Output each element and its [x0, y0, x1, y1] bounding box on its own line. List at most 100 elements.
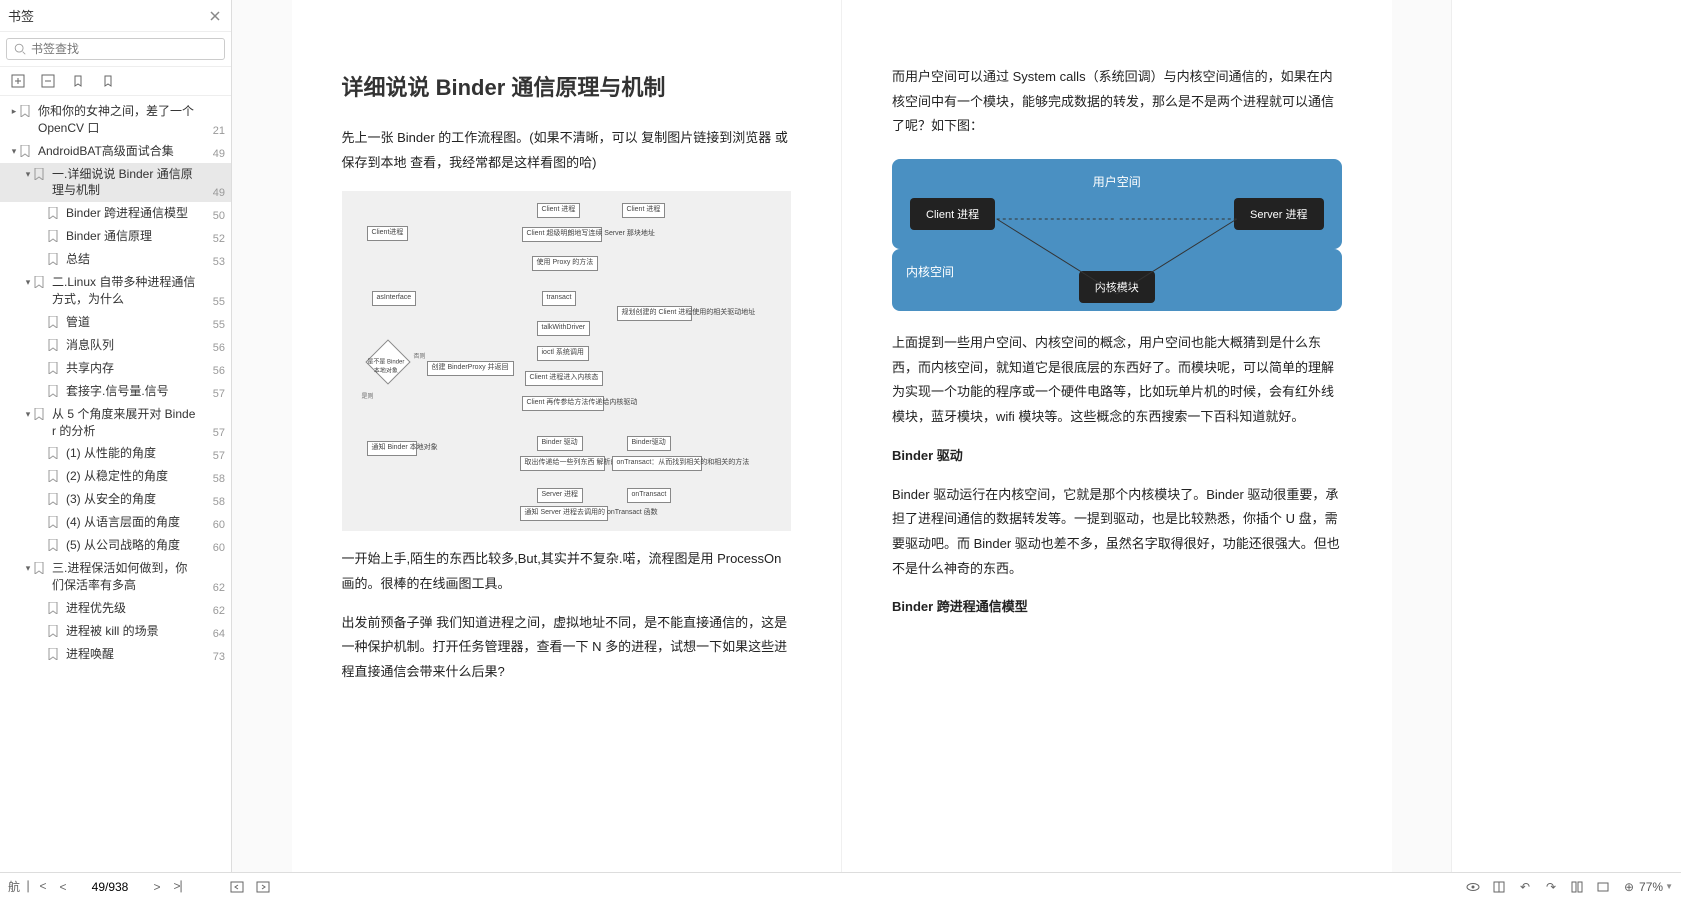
- fit-width-button[interactable]: [1595, 879, 1611, 895]
- chevron-down-icon[interactable]: ▼: [1665, 882, 1673, 891]
- bookmark-item[interactable]: (3) 从安全的角度58: [0, 488, 231, 511]
- bookmarks-sidebar: 书签 ▸你和你的女神之间，差了一个 OpenCV 口21▾AndroidBAT高…: [0, 0, 232, 872]
- status-bar: 航 ⎸< < > >⎸ ↶ ↷ ⊕ 77% ▼: [0, 872, 1681, 900]
- page-right-column: 而用户空间可以通过 System calls（系统回调）与内核空间通信的，如果在…: [842, 0, 1392, 872]
- bookmark-icon: [48, 539, 62, 554]
- fc-node: Client 进程: [622, 203, 666, 217]
- rotate-right-button[interactable]: ↷: [1543, 879, 1559, 895]
- kernel-user-diagram: 用户空间 Client 进程 Server 进程 内核空间 内核模块: [892, 159, 1342, 311]
- bookmark-item[interactable]: 套接字.信号量.信号 57: [0, 380, 231, 403]
- bookmark-item[interactable]: ▾从 5 个角度来展开对 Binder 的分析57: [0, 403, 231, 443]
- tree-arrow-icon: ▾: [22, 409, 34, 420]
- fc-label: 是则: [362, 391, 374, 400]
- bookmark-icon: [48, 362, 62, 377]
- bookmark-page: 58: [201, 473, 225, 485]
- bookmark-icon: [48, 447, 62, 462]
- bookmark-page: 49: [201, 187, 225, 199]
- nav-label: 航: [8, 878, 20, 895]
- bookmark-label: (3) 从安全的角度: [66, 491, 197, 508]
- paragraph: 而用户空间可以通过 System calls（系统回调）与内核空间通信的，如果在…: [892, 65, 1342, 139]
- bookmark-icon: [48, 253, 62, 268]
- bookmark-item[interactable]: 进程被 kill 的场景64: [0, 620, 231, 643]
- fc-node: onTransact: [627, 488, 672, 502]
- bookmark-icon: [20, 105, 34, 120]
- bookmark-search-input[interactable]: [31, 42, 218, 56]
- fc-node: Client 超级明朗地写连续 Server 那块地址: [522, 227, 602, 241]
- layout-button[interactable]: [1491, 879, 1507, 895]
- bookmark-item[interactable]: ▾三.进程保活如何做到，你们保活率有多高62: [0, 557, 231, 597]
- sidebar-title: 书签: [8, 6, 34, 25]
- rotate-left-button[interactable]: ↶: [1517, 879, 1533, 895]
- binder-flowchart: Client进程 Client 进程 Client 进程 Client 超级明朗…: [342, 191, 792, 531]
- search-icon: [13, 42, 27, 56]
- bookmark-item[interactable]: ▾二.Linux 自带多种进程通信方式，为什么55: [0, 271, 231, 311]
- next-page-button[interactable]: >: [148, 878, 166, 896]
- fit-icon: [1596, 880, 1610, 894]
- bookmark-item[interactable]: 管道55: [0, 311, 231, 334]
- bookmark-search-box[interactable]: [6, 38, 225, 60]
- bookmark-item[interactable]: Binder 跨进程通信模型50: [0, 202, 231, 225]
- bookmark-item[interactable]: ▾AndroidBAT高级面试合集49: [0, 140, 231, 163]
- bookmark-item[interactable]: 进程唤醒73: [0, 643, 231, 666]
- add-bookmark-button[interactable]: [10, 73, 26, 89]
- fc-node: Client 再传参给方法传递给内核驱动: [522, 396, 604, 410]
- section-heading: Binder 驱动: [892, 444, 1342, 469]
- bookmark-item[interactable]: ▾一.详细说说 Binder 通信原理与机制49: [0, 163, 231, 203]
- fc-node: 取出传递给一些列东西 解析的 Server IBinder: [520, 456, 605, 470]
- bookmark-label: 消息队列: [66, 337, 197, 354]
- bookmark-page: 62: [201, 582, 225, 594]
- bookmark-item[interactable]: (2) 从稳定性的角度58: [0, 465, 231, 488]
- bookmark-page: 49: [201, 148, 225, 160]
- bookmark-item[interactable]: Binder 通信原理52: [0, 225, 231, 248]
- bookmark-label: 共享内存: [66, 360, 197, 377]
- remove-bookmark-button[interactable]: [40, 73, 56, 89]
- prev-page-button[interactable]: <: [54, 878, 72, 896]
- bookmark-icon: [48, 493, 62, 508]
- bookmark-item[interactable]: (4) 从语言层面的角度60: [0, 511, 231, 534]
- bookmark-item[interactable]: (5) 从公司战略的角度60: [0, 534, 231, 557]
- bookmark-label: 套接字.信号量.信号: [66, 383, 197, 400]
- back-icon: [230, 880, 244, 894]
- bookmark-page: 55: [201, 319, 225, 331]
- paragraph: Binder 驱动运行在内核空间，它就是那个内核模块了。Binder 驱动很重要…: [892, 483, 1342, 582]
- fc-node: asInterface: [372, 291, 417, 305]
- bookmark-item[interactable]: 消息队列 56: [0, 334, 231, 357]
- bookmark-item[interactable]: 总结53: [0, 248, 231, 271]
- bookmark-label: Binder 跨进程通信模型: [66, 205, 197, 222]
- bookmark-label: (1) 从性能的角度: [66, 445, 197, 462]
- bookmark-tool-a[interactable]: [70, 73, 86, 89]
- bookmark-tool-b[interactable]: [100, 73, 116, 89]
- page-layout-button[interactable]: [1569, 879, 1585, 895]
- bookmark-label: 进程被 kill 的场景: [66, 623, 197, 640]
- last-page-button[interactable]: >⎸: [174, 878, 192, 896]
- fc-node: 规划创建的 Client 进程使用的相关驱动地址: [617, 306, 692, 320]
- bookmark-item[interactable]: 进程优先级62: [0, 597, 231, 620]
- bookmark-item[interactable]: ▸你和你的女神之间，差了一个 OpenCV 口21: [0, 100, 231, 140]
- bookmark-page: 57: [201, 388, 225, 400]
- view-mode-button[interactable]: [1465, 879, 1481, 895]
- fc-node: Binder驱动: [627, 436, 671, 450]
- fc-diamond: 是不是 Binder本地对象: [365, 340, 410, 385]
- zoom-dropdown-button[interactable]: ⊕: [1621, 879, 1637, 895]
- tree-arrow-icon: ▾: [22, 563, 34, 574]
- bookmark-label: 从 5 个角度来展开对 Binder 的分析: [52, 406, 197, 440]
- bookmark-page: 57: [201, 450, 225, 462]
- bookmark-outline-icon: [101, 74, 115, 88]
- nav-forward-button[interactable]: [254, 878, 272, 896]
- bookmark-page: 21: [201, 125, 225, 137]
- bookmark-page: 56: [201, 342, 225, 354]
- fc-node: Client 进程: [537, 203, 581, 217]
- eye-icon: [1466, 880, 1480, 894]
- close-sidebar-button[interactable]: [207, 8, 223, 24]
- first-page-button[interactable]: ⎸<: [28, 878, 46, 896]
- fc-node: 创建 BinderProxy 并返回: [427, 361, 514, 375]
- nav-back-button[interactable]: [228, 878, 246, 896]
- document-viewport[interactable]: 详细说说 Binder 通信原理与机制 先上一张 Binder 的工作流程图。(…: [232, 0, 1451, 872]
- fc-node: 通知 Server 进程去调用的 onTransact 函数: [520, 506, 608, 520]
- bookmark-item[interactable]: (1) 从性能的角度 57: [0, 442, 231, 465]
- page-number-input[interactable]: [80, 880, 140, 894]
- bookmark-icon: [48, 648, 62, 663]
- forward-icon: [256, 880, 270, 894]
- bookmark-label: (5) 从公司战略的角度: [66, 537, 197, 554]
- bookmark-item[interactable]: 共享内存56: [0, 357, 231, 380]
